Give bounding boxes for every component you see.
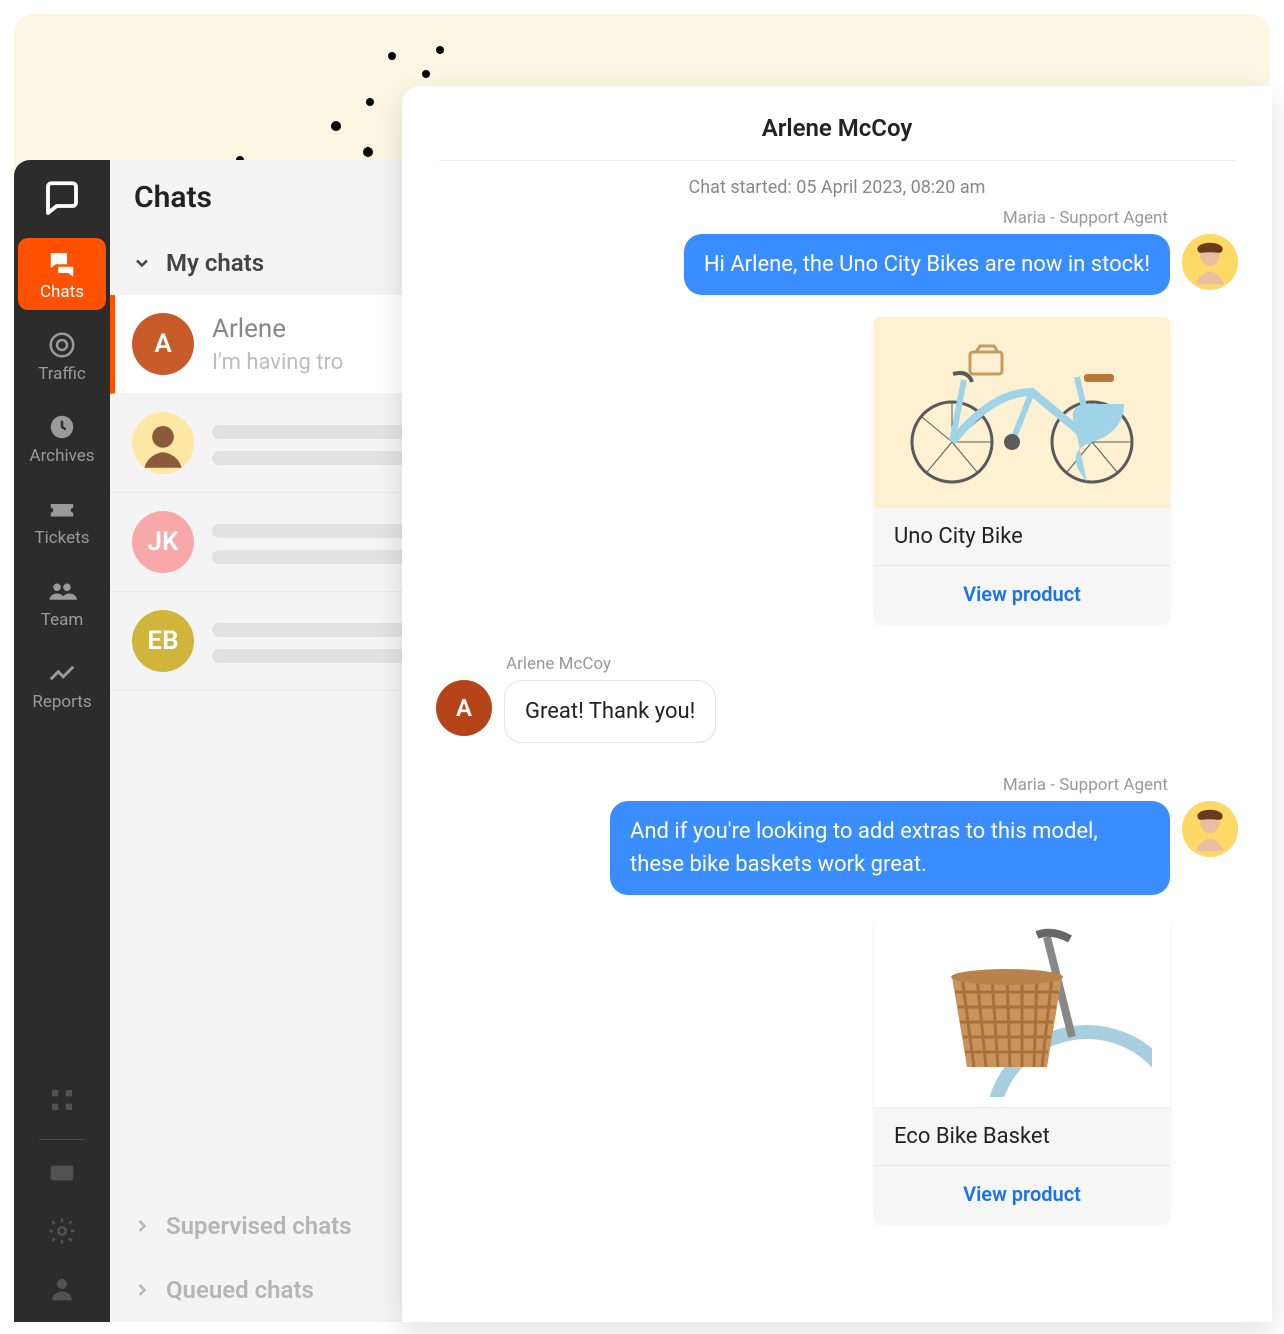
message-bubble: And if you're looking to add extras to t… — [610, 801, 1170, 895]
nav-item-tickets[interactable]: Tickets — [18, 484, 106, 556]
customer-avatar: A — [436, 680, 492, 736]
sender-label: Maria - Support Agent — [1003, 208, 1238, 228]
chevron-right-icon — [132, 1216, 152, 1236]
view-product-button[interactable]: View product — [874, 565, 1170, 622]
message-bubble: Hi Arlene, the Uno City Bikes are now in… — [684, 234, 1170, 295]
chevron-down-icon — [132, 253, 152, 273]
nav-label: Tickets — [35, 528, 90, 548]
nav-rail: Chats Traffic Archives Tickets Team Repo… — [14, 160, 110, 1322]
avatar — [132, 412, 194, 474]
row-preview: I'm having tro — [212, 350, 343, 375]
chat-transcript-panel: Arlene McCoy Chat started: 05 April 2023… — [402, 86, 1272, 1322]
nav-item-profile[interactable] — [18, 1264, 106, 1312]
avatar: A — [132, 313, 194, 375]
product-card-eco-bike-basket: Eco Bike Basket View product — [874, 917, 1170, 1222]
message-block: Maria - Support Agent Hi Arlene, the Uno… — [436, 208, 1238, 295]
app-logo-icon — [39, 176, 85, 222]
nav-label: Reports — [32, 692, 91, 712]
chat-header-name: Arlene McCoy — [402, 106, 1272, 160]
nav-separator — [39, 1139, 85, 1140]
nav-item-traffic[interactable]: Traffic — [18, 320, 106, 392]
sender-label: Maria - Support Agent — [1003, 775, 1238, 795]
section-label: My chats — [166, 249, 264, 277]
agent-avatar — [1182, 234, 1238, 290]
nav-item-settings[interactable] — [18, 1206, 106, 1254]
message-bubble: Great! Thank you! — [504, 680, 716, 743]
row-name: Arlene — [212, 314, 343, 344]
nav-label: Archives — [29, 446, 94, 466]
nav-label: Chats — [40, 282, 84, 302]
product-card-uno-city-bike: Uno City Bike View product — [874, 317, 1170, 622]
product-title: Uno City Bike — [874, 507, 1170, 565]
nav-item-apps[interactable] — [18, 1075, 106, 1123]
nav-item-billing[interactable] — [18, 1148, 106, 1196]
view-product-button[interactable]: View product — [874, 1165, 1170, 1222]
nav-item-team[interactable]: Team — [18, 566, 106, 638]
sender-label: Arlene McCoy — [436, 654, 611, 674]
nav-label: Traffic — [38, 364, 86, 384]
agent-avatar — [1182, 801, 1238, 857]
nav-item-archives[interactable]: Archives — [18, 402, 106, 474]
section-label: Supervised chats — [166, 1212, 352, 1240]
nav-item-chats[interactable]: Chats — [18, 238, 106, 310]
avatar: JK — [132, 511, 194, 573]
avatar: EB — [132, 610, 194, 672]
nav-item-reports[interactable]: Reports — [18, 648, 106, 720]
section-label: Queued chats — [166, 1276, 314, 1304]
message-block: Arlene McCoy A Great! Thank you! — [436, 654, 1238, 743]
chevron-right-icon — [132, 1280, 152, 1300]
nav-label: Team — [41, 610, 84, 630]
product-image — [874, 317, 1170, 507]
product-title: Eco Bike Basket — [874, 1107, 1170, 1165]
message-block: Maria - Support Agent And if you're look… — [436, 775, 1238, 895]
chat-started-label: Chat started: 05 April 2023, 08:20 am — [402, 161, 1272, 208]
messages-container: Maria - Support Agent Hi Arlene, the Uno… — [402, 208, 1272, 1242]
product-image — [874, 917, 1170, 1107]
